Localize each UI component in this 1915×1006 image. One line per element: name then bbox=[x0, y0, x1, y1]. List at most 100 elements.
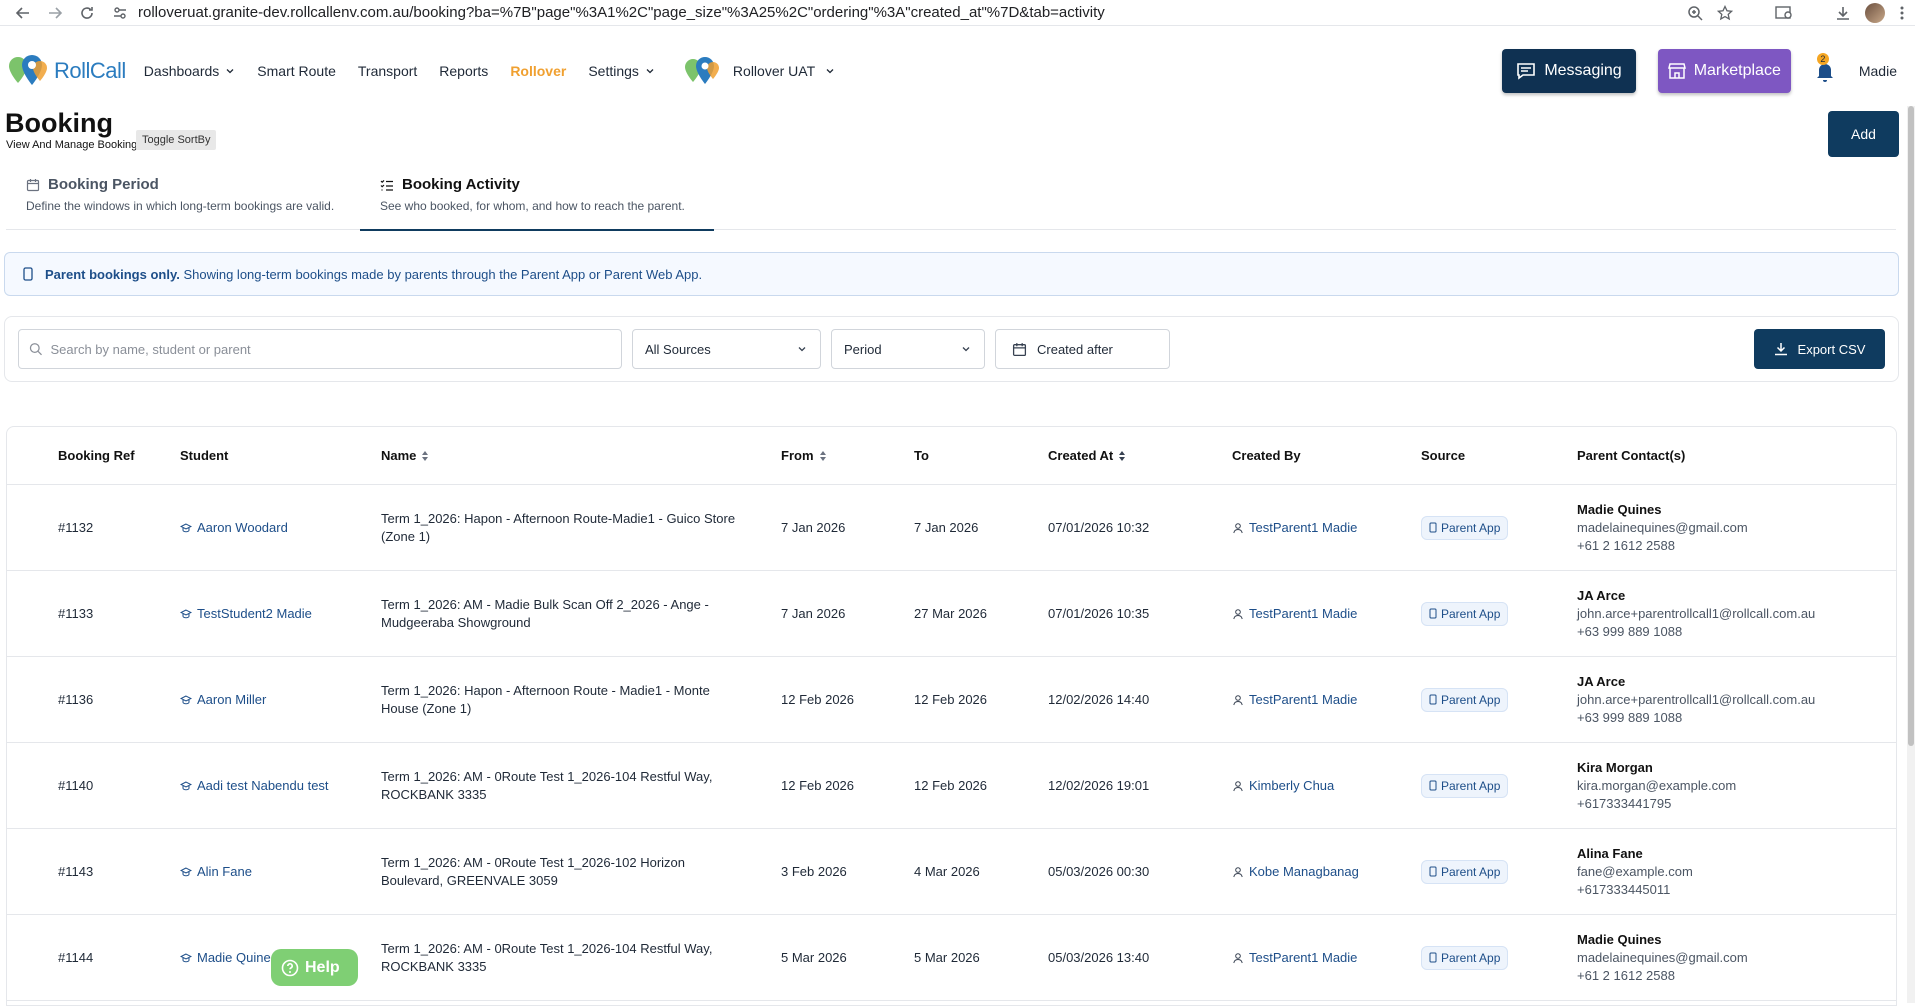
site-settings-icon[interactable] bbox=[112, 5, 128, 21]
student-cell[interactable]: Alin Fane bbox=[180, 864, 381, 879]
sort-icon[interactable] bbox=[819, 450, 827, 462]
created-at: 12/02/2026 19:01 bbox=[1048, 778, 1150, 793]
booking-name: Term 1_2026: AM - Madie Bulk Scan Off 2_… bbox=[381, 596, 709, 630]
student-link[interactable]: Aaron Woodard bbox=[197, 520, 288, 535]
table-row[interactable]: #1143 Alin Fane Term 1_2026: AM - 0Route T… bbox=[7, 829, 1896, 915]
parent-email[interactable]: john.arce+parentrollcall1@rollcall.com.a… bbox=[1577, 606, 1815, 621]
forward-icon[interactable] bbox=[42, 2, 68, 24]
booking-ref-cell: #1144 bbox=[58, 950, 180, 965]
sort-icon[interactable] bbox=[421, 450, 429, 462]
parent-phone[interactable]: +63 999 889 1088 bbox=[1577, 710, 1682, 725]
org-switcher[interactable]: Rollover UAT bbox=[683, 55, 835, 87]
page-scrollbar[interactable] bbox=[1907, 106, 1915, 1003]
download-icon[interactable] bbox=[1835, 5, 1851, 21]
address-bar[interactable]: rolloveruat.granite-dev.rollcallenv.com.… bbox=[106, 4, 1687, 21]
created-at: 12/02/2026 14:40 bbox=[1048, 692, 1150, 707]
notifications-bell[interactable]: 2 bbox=[1813, 53, 1837, 83]
source-select-value: All Sources bbox=[645, 341, 711, 357]
help-button[interactable]: Help bbox=[271, 949, 358, 986]
booking-activity-table: Booking Ref Student Name From To Created… bbox=[6, 426, 1897, 1006]
name-cell: Term 1_2026: AM - 0Route Test 1_2026-104… bbox=[381, 768, 781, 804]
parent-phone[interactable]: +617333445011 bbox=[1577, 882, 1670, 897]
booking-ref: #1144 bbox=[58, 950, 94, 965]
table-row[interactable]: #1140 Aadi test Nabendu test Term 1_2026: … bbox=[7, 743, 1896, 829]
parent-email[interactable]: madelainequines@gmail.com bbox=[1577, 520, 1748, 535]
source-badge-label: Parent App bbox=[1441, 520, 1501, 535]
parent-phone[interactable]: +61 2 1612 2588 bbox=[1577, 968, 1675, 983]
col-name[interactable]: Name bbox=[381, 448, 781, 463]
parent-contact-cell: Alina Fane fane@example.com +617333445011 bbox=[1577, 846, 1887, 897]
booking-ref-cell: #1136 bbox=[58, 692, 180, 707]
back-icon[interactable] bbox=[10, 2, 36, 24]
add-button[interactable]: Add bbox=[1828, 111, 1899, 157]
student-cell[interactable]: Aadi test Nabendu test bbox=[180, 778, 381, 793]
export-csv-button[interactable]: Export CSV bbox=[1754, 329, 1885, 369]
profile-avatar[interactable] bbox=[1865, 2, 1885, 23]
booking-name: Term 1_2026: AM - 0Route Test 1_2026-104… bbox=[381, 768, 713, 802]
table-row[interactable]: #1133 TestStudent2 Madie Term 1_2026: AM -… bbox=[7, 571, 1896, 657]
nav-smart-route[interactable]: Smart Route bbox=[257, 63, 336, 79]
url-text: rolloveruat.granite-dev.rollcallenv.com.… bbox=[138, 4, 1105, 21]
student-cell[interactable]: Aaron Woodard bbox=[180, 520, 381, 535]
student-link[interactable]: Aadi test Nabendu test bbox=[197, 778, 329, 793]
student-link[interactable]: Madie Quines bbox=[197, 950, 277, 965]
created-after-label: Created after bbox=[1037, 341, 1113, 357]
scrollbar-thumb[interactable] bbox=[1908, 106, 1914, 746]
zoom-icon[interactable] bbox=[1687, 5, 1703, 21]
bookmark-star-icon[interactable] bbox=[1717, 4, 1733, 21]
col-parent-contacts: Parent Contact(s) bbox=[1577, 448, 1887, 463]
created-at: 07/01/2026 10:32 bbox=[1048, 520, 1150, 535]
student-cell[interactable]: TestStudent2 Madie bbox=[180, 606, 381, 621]
nav-transport[interactable]: Transport bbox=[358, 63, 417, 79]
to-date: 7 Jan 2026 bbox=[914, 520, 979, 535]
parent-phone[interactable]: +61 2 1612 2588 bbox=[1577, 538, 1675, 553]
nav-rollover[interactable]: Rollover bbox=[510, 63, 566, 79]
reload-icon[interactable] bbox=[74, 2, 100, 24]
period-select[interactable]: Period bbox=[831, 329, 985, 369]
nav-reports[interactable]: Reports bbox=[439, 63, 488, 79]
parent-email[interactable]: john.arce+parentrollcall1@rollcall.com.a… bbox=[1577, 692, 1815, 707]
marketplace-button[interactable]: Marketplace bbox=[1657, 49, 1791, 93]
parent-phone[interactable]: +617333441795 bbox=[1577, 796, 1671, 811]
created-at-cell: 05/03/2026 00:30 bbox=[1048, 864, 1232, 879]
table-row[interactable]: #1136 Aaron Miller Term 1_2026: Hapon - Af… bbox=[7, 657, 1896, 743]
to-cell: 7 Jan 2026 bbox=[914, 520, 1048, 535]
nav-dashboards[interactable]: Dashboards bbox=[144, 63, 236, 79]
cast-icon[interactable] bbox=[1775, 5, 1793, 21]
col-created-at[interactable]: Created At bbox=[1048, 448, 1232, 463]
parent-email[interactable]: madelainequines@gmail.com bbox=[1577, 950, 1748, 965]
table-row[interactable]: #1132 Aaron Woodard Term 1_2026: Hapon - A… bbox=[7, 485, 1896, 571]
from-cell: 7 Jan 2026 bbox=[781, 520, 914, 535]
parent-email[interactable]: kira.morgan@example.com bbox=[1577, 778, 1736, 793]
filter-bar: All Sources Period Created after Export … bbox=[4, 316, 1899, 382]
from-cell: 5 Mar 2026 bbox=[781, 950, 914, 965]
chevron-down-icon bbox=[826, 69, 834, 74]
search-box[interactable] bbox=[18, 329, 622, 369]
nav-settings[interactable]: Settings bbox=[588, 63, 655, 79]
to-cell: 12 Feb 2026 bbox=[914, 778, 1048, 793]
from-date: 7 Jan 2026 bbox=[781, 606, 846, 621]
student-link[interactable]: Aaron Miller bbox=[197, 692, 266, 707]
created-after-picker[interactable]: Created after bbox=[995, 329, 1170, 369]
user-menu[interactable]: Madie bbox=[1859, 63, 1897, 79]
parent-phone[interactable]: +63 999 889 1088 bbox=[1577, 624, 1682, 639]
more-vert-icon[interactable] bbox=[1899, 5, 1905, 21]
parent-contact-cell: Madie Quines madelainequines@gmail.com +61… bbox=[1577, 932, 1887, 983]
source-select[interactable]: All Sources bbox=[632, 329, 821, 369]
rollcall-logo[interactable]: RollCall bbox=[6, 53, 126, 89]
student-link[interactable]: TestStudent2 Madie bbox=[197, 606, 312, 621]
parent-email[interactable]: fane@example.com bbox=[1577, 864, 1693, 879]
student-link[interactable]: Alin Fane bbox=[197, 864, 252, 879]
name-cell: Term 1_2026: Hapon - Afternoon Route - M… bbox=[381, 682, 781, 718]
tab-booking-period[interactable]: Booking Period Define the windows in whi… bbox=[6, 170, 360, 230]
source-badge-label: Parent App bbox=[1441, 864, 1501, 879]
from-cell: 12 Feb 2026 bbox=[781, 778, 914, 793]
tab-booking-activity[interactable]: Booking Activity See who booked, for who… bbox=[360, 170, 714, 231]
col-to: To bbox=[914, 448, 1048, 463]
sort-icon[interactable] bbox=[1118, 450, 1126, 462]
col-from[interactable]: From bbox=[781, 448, 914, 463]
student-cell[interactable]: Aaron Miller bbox=[180, 692, 381, 707]
search-input[interactable] bbox=[50, 341, 611, 357]
graduation-cap-icon bbox=[180, 694, 192, 704]
messaging-button[interactable]: Messaging bbox=[1502, 49, 1636, 93]
